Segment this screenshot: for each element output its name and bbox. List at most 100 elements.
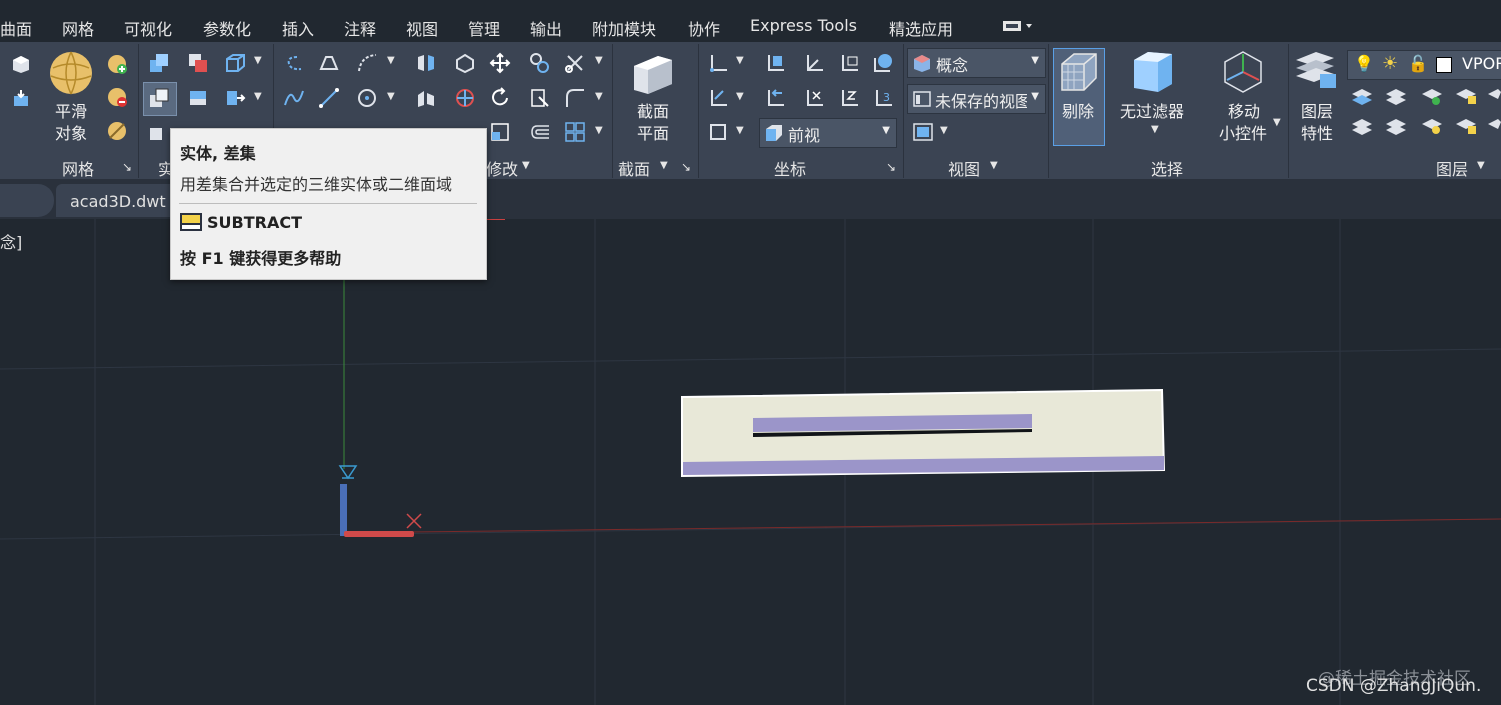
smooth-object-icon[interactable]: [48, 50, 94, 96]
circle-icon[interactable]: [356, 87, 378, 109]
chevron-down-icon[interactable]: ▼: [736, 91, 744, 102]
view-panel-label[interactable]: 视图: [948, 156, 980, 180]
solid-model-shape[interactable]: [680, 388, 1166, 478]
menu-collaborate[interactable]: 协作: [688, 16, 720, 40]
stretch-icon[interactable]: [529, 87, 551, 109]
solid-subtract-icon[interactable]: [148, 87, 170, 109]
ribbon-separator: [138, 44, 139, 178]
workspace-toggle-icon[interactable]: [1003, 18, 1035, 34]
ucs-view-icon[interactable]: [838, 52, 860, 74]
ucs-named-icon[interactable]: [764, 52, 786, 74]
chevron-down-icon[interactable]: ▼: [1273, 117, 1281, 128]
spline-icon[interactable]: [283, 87, 305, 109]
view-direction-dropdown[interactable]: 前视 ▼: [759, 118, 897, 148]
visual-style-dropdown[interactable]: 概念 ▼: [907, 48, 1046, 78]
imprint-icon[interactable]: [224, 87, 246, 109]
menu-mesh[interactable]: 网格: [62, 16, 94, 40]
menu-visualize[interactable]: 可视化: [124, 16, 172, 40]
ucs-z-icon[interactable]: [838, 87, 860, 109]
chevron-down-icon[interactable]: ▼: [254, 55, 262, 66]
mesh-extract-icon[interactable]: [10, 88, 32, 110]
solid-interfere-icon[interactable]: [187, 52, 209, 74]
solid-union-icon[interactable]: [148, 52, 170, 74]
menu-featured-apps[interactable]: 精选应用: [889, 16, 953, 40]
ucs-origin-icon[interactable]: [803, 52, 825, 74]
section-plane-icon[interactable]: [630, 50, 676, 96]
fillet-icon[interactable]: [564, 87, 586, 109]
chevron-down-icon[interactable]: ▼: [736, 125, 744, 136]
start-tab[interactable]: [0, 184, 54, 217]
extract-edges-icon[interactable]: [224, 52, 246, 74]
ucs-axis-icon: [338, 465, 422, 537]
no-filter-icon[interactable]: [1130, 48, 1176, 94]
chevron-down-icon[interactable]: ▼: [387, 55, 395, 66]
select-panel-label[interactable]: 选择: [1151, 156, 1183, 180]
move-icon[interactable]: [489, 52, 511, 74]
layer-dropdown[interactable]: 💡 ☀ 🔓 VPOR: [1347, 50, 1501, 80]
chevron-down-icon[interactable]: ▼: [990, 160, 998, 171]
smooth-more-icon[interactable]: [106, 53, 128, 75]
copy-icon[interactable]: [529, 52, 551, 74]
ucs-world-icon[interactable]: [872, 52, 894, 74]
menu-output[interactable]: 输出: [530, 16, 562, 40]
menu-express-tools[interactable]: Express Tools: [750, 16, 857, 35]
mesh-box-icon[interactable]: [10, 52, 32, 74]
chevron-down-icon[interactable]: ▼: [595, 91, 603, 102]
saved-view-dropdown[interactable]: 未保存的视图 ▼: [907, 84, 1046, 114]
ucs-3point-icon[interactable]: 3: [872, 87, 894, 109]
arc-icon[interactable]: [356, 52, 378, 74]
move-gizmo-icon[interactable]: [1220, 48, 1266, 94]
coords-panel-label[interactable]: 坐标: [774, 156, 806, 180]
menu-annotate[interactable]: 注释: [344, 16, 376, 40]
mesh-panel-launcher-icon[interactable]: ↘: [122, 160, 132, 174]
menu-view[interactable]: 视图: [406, 16, 438, 40]
chevron-down-icon[interactable]: ▼: [660, 160, 668, 171]
menu-manage[interactable]: 管理: [468, 16, 500, 40]
taper-faces-icon[interactable]: [318, 52, 340, 74]
mirror-icon[interactable]: [415, 52, 437, 74]
3d-array-icon[interactable]: [415, 87, 437, 109]
solid-intersect-icon[interactable]: [187, 87, 209, 109]
section-panel-label[interactable]: 截面: [618, 156, 650, 180]
menu-surface[interactable]: 曲面: [0, 16, 32, 40]
chevron-down-icon[interactable]: ▼: [254, 91, 262, 102]
3d-rotate-icon[interactable]: [454, 52, 476, 74]
ucs-previous-icon[interactable]: [764, 87, 786, 109]
modify-panel-label[interactable]: 修改: [486, 156, 518, 180]
offset-icon[interactable]: [529, 121, 551, 143]
chevron-down-icon[interactable]: ▼: [1477, 160, 1485, 171]
chevron-down-icon[interactable]: ▼: [595, 55, 603, 66]
smooth-less-icon[interactable]: [106, 86, 128, 108]
chevron-down-icon[interactable]: ▼: [522, 160, 530, 171]
layer-tools-icons[interactable]: [1350, 86, 1501, 144]
viewport-control-label[interactable]: 念]: [0, 229, 22, 253]
extrude-faces-icon[interactable]: [283, 52, 305, 74]
tooltip-help: 按 F1 键获得更多帮助: [180, 249, 342, 268]
rotate-icon[interactable]: [489, 87, 511, 109]
ucs-object-icon[interactable]: [707, 87, 729, 109]
chevron-down-icon[interactable]: ▼: [736, 55, 744, 66]
menu-parametric[interactable]: 参数化: [203, 16, 251, 40]
chevron-down-icon[interactable]: ▼: [387, 91, 395, 102]
layers-panel-label[interactable]: 图层: [1436, 156, 1468, 180]
coords-panel-launcher-icon[interactable]: ↘: [886, 160, 896, 174]
ucs-icon[interactable]: [707, 52, 729, 74]
scale-icon[interactable]: [489, 121, 511, 143]
menu-addins[interactable]: 附加模块: [592, 16, 656, 40]
line-icon[interactable]: [318, 87, 340, 109]
ucs-x-icon[interactable]: [803, 87, 825, 109]
ucs-face-icon[interactable]: [707, 121, 729, 143]
layer-properties-icon[interactable]: [1294, 48, 1340, 94]
slice-icon[interactable]: [148, 122, 170, 144]
mesh-panel-label[interactable]: 网格: [62, 156, 94, 180]
chevron-down-icon[interactable]: ▼: [940, 125, 948, 136]
viewport-config-icon[interactable]: [912, 121, 934, 143]
menu-insert[interactable]: 插入: [282, 16, 314, 40]
refine-mesh-icon[interactable]: [106, 120, 128, 142]
chevron-down-icon[interactable]: ▼: [595, 125, 603, 136]
section-panel-launcher-icon[interactable]: ↘: [681, 160, 691, 174]
3d-polar-icon[interactable]: [454, 87, 476, 109]
trim-icon[interactable]: [564, 52, 586, 74]
array-icon[interactable]: [564, 121, 586, 143]
chevron-down-icon[interactable]: ▼: [1151, 124, 1159, 135]
